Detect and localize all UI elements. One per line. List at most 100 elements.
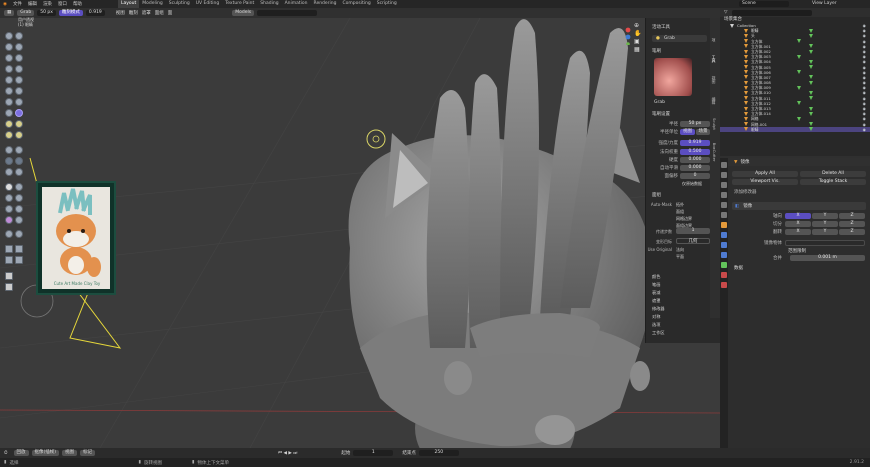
delete-all-button[interactable]: Delete All: [800, 170, 866, 177]
plane-offset-input[interactable]: 0: [680, 173, 710, 179]
stroke-section[interactable]: 笔画: [652, 281, 665, 289]
falloff-section[interactable]: 衰减: [652, 289, 665, 297]
data-tab-icon[interactable]: [721, 262, 727, 268]
mesh-data-icon[interactable]: [809, 75, 813, 80]
use-original-plane-checkbox[interactable]: 平面: [676, 253, 684, 260]
mesh-data-icon[interactable]: [809, 96, 813, 101]
mesh-data-icon[interactable]: [797, 70, 801, 75]
visibility-eye-icon[interactable]: ◉: [863, 127, 866, 132]
clay-tool-icon[interactable]: [5, 43, 13, 51]
symmetry-section[interactable]: 对称: [652, 313, 665, 321]
world-tab-icon[interactable]: [721, 212, 727, 218]
rotate-tool-icon[interactable]: [5, 146, 13, 154]
marker-menu[interactable]: 标记: [80, 450, 96, 456]
flatten-tool-icon[interactable]: [15, 76, 23, 84]
radius-input[interactable]: 50 px: [680, 121, 710, 127]
editor-type-button[interactable]: ▦: [4, 10, 15, 16]
menu-view[interactable]: 视图: [116, 10, 125, 16]
tab-tool[interactable]: 工具: [712, 55, 717, 63]
mesh-data-icon[interactable]: [809, 49, 813, 54]
tab-boxcutter[interactable]: BoxCutter: [712, 143, 717, 162]
cloth-filter-tool-icon[interactable]: [5, 216, 13, 224]
view-layer-selector[interactable]: View Layer: [812, 1, 837, 6]
play-controls-icon[interactable]: ⏮ ◀ ▶ ⏭: [278, 450, 297, 456]
output-tab-icon[interactable]: [721, 182, 727, 188]
menu-face[interactable]: 面: [168, 10, 173, 16]
viewport-search-input[interactable]: [257, 10, 318, 16]
hide-original-checkbox[interactable]: 仅原始数据: [682, 181, 702, 187]
layer-tool-icon[interactable]: [5, 54, 13, 62]
mesh-data-icon[interactable]: [809, 91, 813, 96]
tab-layout[interactable]: Layout: [117, 0, 140, 8]
transform-tool-icon[interactable]: [15, 256, 23, 264]
brush-settings-header[interactable]: 笔刷设置: [652, 111, 670, 117]
particles-tab-icon[interactable]: [721, 242, 727, 248]
tab-sculpt[interactable]: Sculpt: [712, 118, 717, 130]
material-tab-icon[interactable]: [721, 272, 727, 278]
multiplane-scrape-tool-icon[interactable]: [5, 98, 13, 106]
mask-mesh-boundary-checkbox[interactable]: 网格边界: [676, 215, 692, 222]
tab-rendering[interactable]: Rendering: [311, 0, 340, 8]
timeline-editor-icon[interactable]: ⏱: [4, 450, 8, 456]
grab-tool-icon[interactable]: [5, 109, 13, 117]
merge-distance-input[interactable]: 0.001 m: [790, 255, 865, 261]
tab-compositing[interactable]: Compositing: [340, 0, 374, 8]
mask-section[interactable]: 遮罩: [652, 297, 665, 305]
active-tool-row[interactable]: ● Grab: [652, 35, 707, 42]
view-layer-tab-icon[interactable]: [721, 192, 727, 198]
cloth-tool-icon[interactable]: [15, 157, 23, 165]
mesh-data-icon[interactable]: [809, 44, 813, 49]
axis-x-button[interactable]: X: [785, 213, 811, 219]
perspective-grid-icon[interactable]: ▦: [634, 46, 642, 54]
playback-menu[interactable]: 回放: [13, 450, 29, 456]
brush-name-field[interactable]: Grab: [654, 100, 692, 105]
mesh-data-icon[interactable]: [797, 101, 801, 106]
mesh-data-icon[interactable]: [809, 65, 813, 70]
brush-selector[interactable]: Grab: [17, 10, 35, 16]
line-project-tool-icon[interactable]: [5, 205, 13, 213]
mesh-data-icon[interactable]: [797, 39, 801, 44]
autosmooth-input[interactable]: 0.000: [680, 165, 710, 171]
mesh-filter-tool-icon[interactable]: [15, 205, 23, 213]
mesh-data-icon[interactable]: [809, 80, 813, 85]
timeline-view-menu[interactable]: 视图: [62, 450, 78, 456]
brush-section-header[interactable]: 笔刷: [652, 48, 661, 54]
measure-tool-icon[interactable]: [5, 283, 13, 291]
end-frame-input[interactable]: 250: [418, 450, 459, 456]
bisect-y-button[interactable]: Y: [812, 221, 838, 227]
mesh-data-icon[interactable]: [809, 59, 813, 64]
propagation-input[interactable]: 1: [676, 228, 710, 234]
strength-field[interactable]: 0.919: [85, 10, 105, 16]
color-section[interactable]: 颜色: [652, 273, 665, 281]
modifier-tab-icon[interactable]: [721, 232, 727, 238]
snake-hook-tool-icon[interactable]: [5, 120, 13, 128]
reference-image[interactable]: Cute Art Made Clay Toy: [36, 181, 116, 295]
camera-icon[interactable]: ▣: [634, 38, 642, 46]
mesh-data-icon[interactable]: [809, 122, 813, 127]
draw-tool-icon[interactable]: [5, 32, 13, 40]
pan-hand-icon[interactable]: ✋: [634, 30, 642, 38]
edit-face-set-tool-icon[interactable]: [5, 230, 13, 238]
mesh-data-icon[interactable]: [797, 116, 801, 121]
normal-weight-input[interactable]: 0.500: [680, 149, 710, 155]
data-section-header[interactable]: 数据: [734, 265, 743, 271]
tab-scripting[interactable]: Scripting: [374, 0, 400, 8]
flip-x-button[interactable]: X: [785, 229, 811, 235]
workspace-section[interactable]: 工作区: [652, 329, 665, 337]
zoom-icon[interactable]: ⊕: [634, 22, 642, 30]
tab-view[interactable]: 视图: [712, 76, 717, 84]
pinch-tool-icon[interactable]: [15, 98, 23, 106]
scene-selector[interactable]: Scene: [739, 1, 789, 7]
clipping-checkbox[interactable]: 范围限制: [788, 248, 806, 254]
radius-unit-view-button[interactable]: 视图: [680, 129, 695, 135]
menu-edit[interactable]: 编辑: [28, 1, 37, 7]
slide-relax-tool-icon[interactable]: [15, 146, 23, 154]
mesh-data-icon[interactable]: [809, 28, 813, 33]
tab-item[interactable]: 项: [712, 38, 717, 42]
start-frame-input[interactable]: 1: [353, 450, 394, 456]
menu-file[interactable]: 文件: [13, 1, 22, 7]
mesh-data-icon[interactable]: [809, 111, 813, 116]
menu-render[interactable]: 渲染: [43, 1, 52, 7]
axis-y-button[interactable]: Y: [812, 213, 838, 219]
boundary-tool-icon[interactable]: [5, 157, 13, 165]
